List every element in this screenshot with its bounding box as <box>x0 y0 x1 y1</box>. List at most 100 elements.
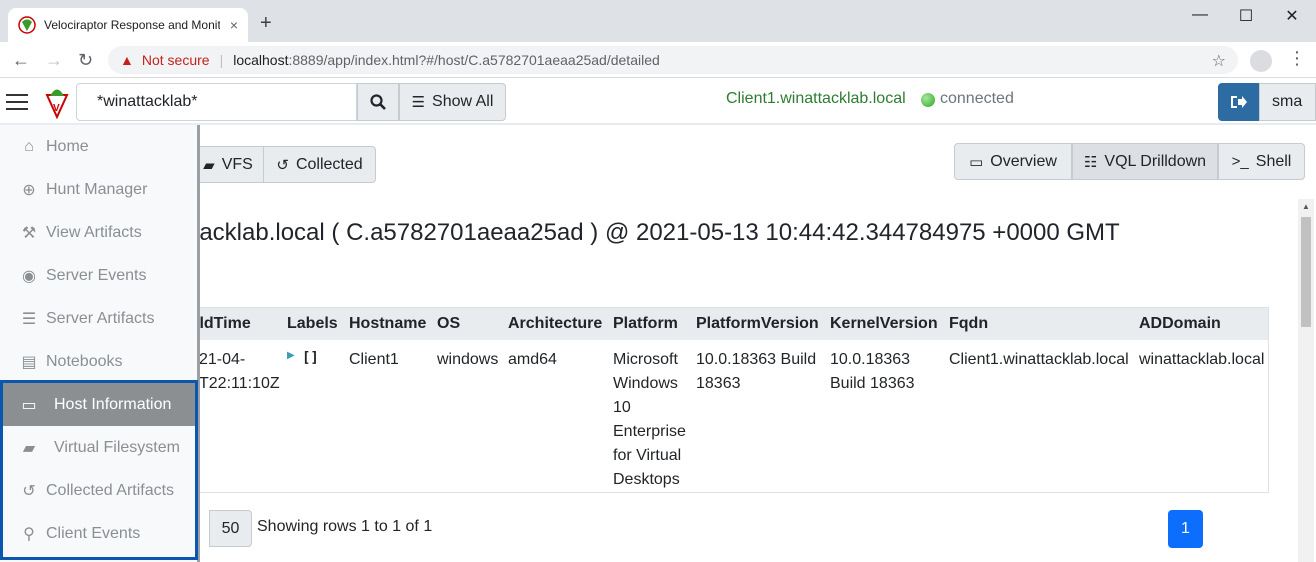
history-icon: ↺ <box>276 156 289 174</box>
sign-out-icon <box>1230 96 1247 108</box>
cell-addomain: winattacklab.local <box>1139 351 1265 368</box>
show-all-button[interactable]: ☰ Show All <box>399 83 506 121</box>
laptop-icon: ▭ <box>969 153 984 171</box>
sidebar-item-label: Notebooks <box>46 352 123 370</box>
column-header-architecture[interactable]: Architecture <box>508 315 602 333</box>
sidebar-item-label: Server Artifacts <box>46 309 155 327</box>
url-host: localhost <box>233 52 289 68</box>
omnibox-divider: | <box>219 52 224 68</box>
browser-tabstrip: Velociraptor Response and Monit × + — ☐ … <box>0 0 1316 42</box>
wrench-icon: ⚒ <box>21 224 37 242</box>
cell-kernelversion: 10.0.18363 Build 18363 <box>830 351 915 392</box>
show-all-label: Show All <box>432 93 494 110</box>
not-secure-label[interactable]: Not secure <box>142 52 210 68</box>
column-header-addomain[interactable]: ADDomain <box>1139 315 1221 333</box>
browser-toolbar: ← → ↻ ▲ Not secure | localhost :8889/app… <box>0 42 1316 78</box>
search-icon <box>370 94 386 110</box>
client-hostname[interactable]: Client1.winattacklab.local <box>726 90 906 108</box>
sidebar-item-label: Home <box>46 137 89 155</box>
url-path: :8889/app/index.html?#/host/C.a5782701ae… <box>288 52 660 68</box>
overview-button[interactable]: ▭ Overview <box>954 143 1072 180</box>
eye-icon: ◉ <box>22 267 36 285</box>
tab-close-icon[interactable]: × <box>230 17 238 33</box>
vql-drilldown-button[interactable]: ☷ VQL Drilldown <box>1072 143 1218 180</box>
scrollbar-thumb[interactable] <box>1301 217 1311 327</box>
back-arrow-icon[interactable]: ← <box>12 50 30 71</box>
maximize-icon[interactable]: ☐ <box>1223 6 1269 26</box>
vfs-label: VFS <box>221 155 253 173</box>
minimize-icon[interactable]: — <box>1177 6 1223 24</box>
warning-icon: ▲ <box>120 52 134 68</box>
new-tab-button[interactable]: + <box>260 12 272 35</box>
column-header-kernelversion[interactable]: KernelVersion <box>830 315 938 333</box>
shell-button[interactable]: >_ Shell <box>1218 143 1305 180</box>
overview-label: Overview <box>990 152 1057 170</box>
rows-summary: Showing rows 1 to 1 of 1 <box>257 518 433 535</box>
column-header-fqdn[interactable]: Fqdn <box>949 315 988 333</box>
sidebar-item-server-events[interactable]: ◉ Server Events <box>0 254 197 297</box>
shell-label: Shell <box>1255 152 1292 170</box>
app-navbar: V ☰ Show All Client1.winattacklab.local … <box>0 79 1316 125</box>
cell-hostname: Client1 <box>349 351 399 368</box>
hamburger-menu-icon[interactable] <box>6 94 28 112</box>
cell-platform: Microsoft Windows 10 Enterprise for Virt… <box>613 351 686 488</box>
sidebar-item-hunt-manager[interactable]: ⊕ Hunt Manager <box>0 168 197 211</box>
column-header-buildtime[interactable]: ildTime <box>195 315 251 333</box>
forward-arrow-icon[interactable]: → <box>45 50 63 71</box>
client-section-highlight <box>0 380 198 560</box>
velociraptor-favicon-icon <box>18 16 36 34</box>
connection-status: connected <box>940 90 1014 107</box>
table-header: ildTime Labels Hostname OS Architecture … <box>187 308 1268 340</box>
sidebar-item-label: View Artifacts <box>46 223 142 241</box>
crosshairs-icon: ⊕ <box>22 181 36 199</box>
velociraptor-logo-icon[interactable]: V <box>44 85 70 119</box>
book-icon: ▤ <box>21 353 37 371</box>
home-icon: ⌂ <box>24 137 34 155</box>
browser-tab[interactable]: Velociraptor Response and Monit × <box>8 8 248 42</box>
profile-avatar-icon[interactable] <box>1250 50 1272 72</box>
search-button[interactable] <box>357 83 399 121</box>
sidebar-item-view-artifacts[interactable]: ⚒ View Artifacts <box>0 211 197 254</box>
sidebar-item-home[interactable]: ⌂ Home <box>0 125 197 168</box>
cell-architecture: amd64 <box>508 351 557 368</box>
vql-drilldown-label: VQL Drilldown <box>1104 152 1207 170</box>
client-info-table: ildTime Labels Hostname OS Architecture … <box>186 307 1269 493</box>
page-title: ttacklab.local ( C.a5782701aeaa25ad ) @ … <box>186 219 1120 246</box>
column-header-platform[interactable]: Platform <box>613 315 678 333</box>
connected-status-icon <box>921 93 935 107</box>
tasks-icon: ☷ <box>1083 153 1098 171</box>
collected-label: Collected <box>295 155 363 173</box>
column-header-platformversion[interactable]: PlatformVersion <box>696 315 819 333</box>
tab-title: Velociraptor Response and Monit <box>44 18 220 32</box>
logout-button[interactable] <box>1218 83 1259 121</box>
page-size-50-button[interactable]: 50 <box>209 510 252 547</box>
labels-expand-icon[interactable]: ▶ <box>287 350 295 361</box>
column-header-os[interactable]: OS <box>437 315 460 333</box>
server-icon: ☰ <box>411 94 426 111</box>
folder-open-icon: ▰ <box>203 156 215 174</box>
collected-button[interactable]: ↺ Collected <box>263 146 376 183</box>
vfs-button[interactable]: ▰ VFS <box>192 146 264 183</box>
column-header-hostname[interactable]: Hostname <box>349 315 426 333</box>
address-bar[interactable]: ▲ Not secure | localhost :8889/app/index… <box>108 46 1238 74</box>
cell-platformversion: 10.0.18363 Build 18363 <box>696 351 817 392</box>
cell-labels: [] <box>302 350 319 366</box>
cell-os: windows <box>437 351 499 368</box>
cell-buildtime: 21-04- T22:11:10Z <box>199 351 280 392</box>
sidebar-item-server-artifacts[interactable]: ☰ Server Artifacts <box>0 297 197 340</box>
close-window-icon[interactable]: ✕ <box>1269 6 1315 26</box>
column-header-labels[interactable]: Labels <box>287 315 338 333</box>
bookmark-star-icon[interactable]: ☆ <box>1212 51 1226 71</box>
user-menu-button[interactable]: sma <box>1259 83 1316 121</box>
scroll-up-icon[interactable]: ▲ <box>1302 202 1310 211</box>
browser-menu-icon[interactable]: ⋮ <box>1288 48 1306 69</box>
svg-text:V: V <box>53 103 60 114</box>
sidebar-item-notebooks[interactable]: ▤ Notebooks <box>0 340 197 383</box>
cell-fqdn: Client1.winattacklab.local <box>949 351 1129 368</box>
client-search-input[interactable] <box>76 83 357 121</box>
reload-icon[interactable]: ↻ <box>78 50 93 71</box>
page-1-button[interactable]: 1 <box>1168 510 1203 548</box>
terminal-icon: >_ <box>1231 153 1249 170</box>
vertical-scrollbar[interactable]: ▲ <box>1298 199 1314 562</box>
server-icon: ☰ <box>21 310 37 328</box>
